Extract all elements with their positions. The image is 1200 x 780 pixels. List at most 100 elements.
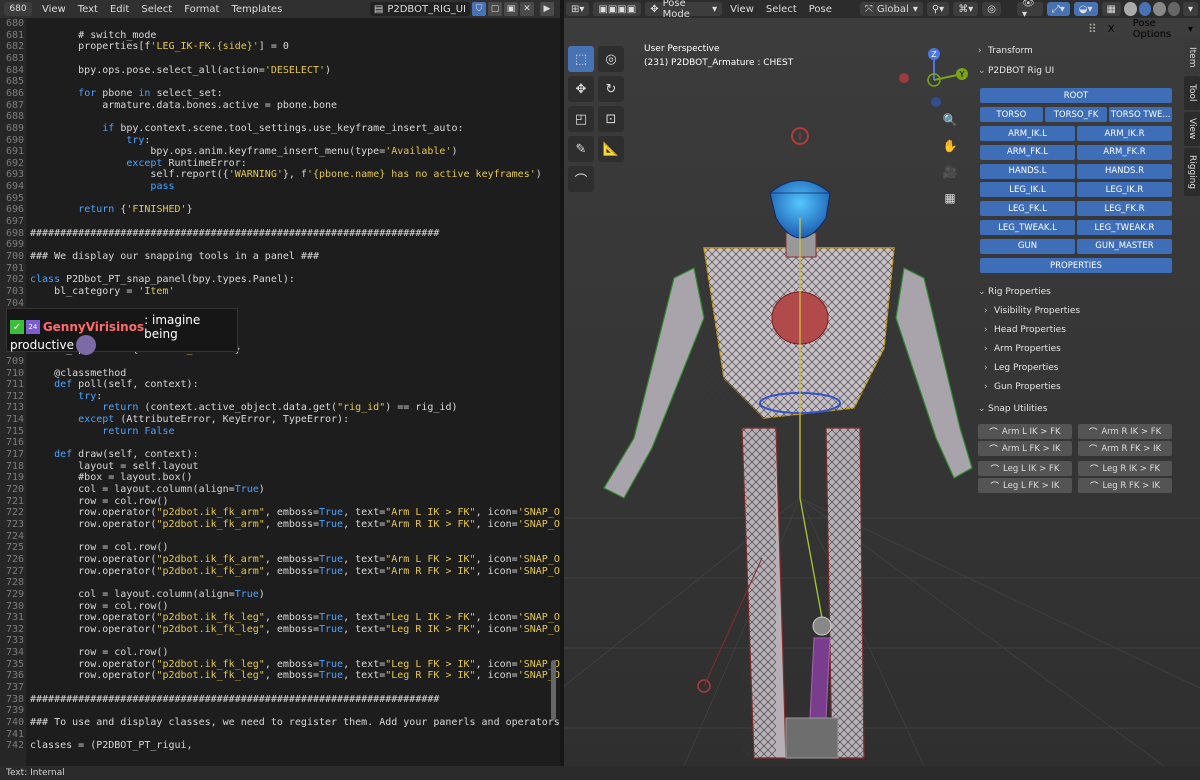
wireframe-shading-icon[interactable] — [1124, 2, 1137, 16]
xray-toggle-icon[interactable]: ▦ — [1101, 2, 1121, 16]
menu-select[interactable]: Select — [135, 4, 178, 15]
menu-edit[interactable]: Edit — [104, 4, 135, 15]
line-text: row.operator("p2dbot.ik_fk_leg", emboss=… — [30, 612, 560, 624]
new-text-icon[interactable]: ▢ — [488, 2, 502, 16]
unlink-text-icon[interactable]: ✕ — [520, 2, 534, 16]
tab-tool[interactable]: Tool — [1184, 76, 1200, 110]
rig-bone-button[interactable]: ARM_IK.R — [1077, 126, 1172, 141]
rig-bone-button[interactable]: GUN — [980, 238, 1075, 254]
rig-bone-button[interactable]: LEG_IK.L — [980, 182, 1075, 198]
menu-select[interactable]: Select — [760, 4, 803, 15]
solid-shading-icon[interactable] — [1138, 2, 1151, 16]
line-number: 729 — [5, 588, 24, 600]
annotate-tool-icon[interactable]: ✎ — [568, 136, 594, 162]
snap-button[interactable]: ⌒ Arm L FK > IK — [978, 441, 1072, 456]
rig-bone-button[interactable]: LEG_IK.R — [1077, 182, 1172, 198]
rig-bone-button[interactable]: ARM_IK.L — [980, 126, 1075, 141]
root-button[interactable]: ROOT — [980, 88, 1172, 103]
select-mode-buttons[interactable]: ▣▣▣▣ — [593, 2, 642, 16]
rig-bone-button[interactable]: HANDS.L — [980, 163, 1075, 179]
snap-button[interactable]: ⌒ Arm L IK > FK — [978, 424, 1072, 439]
tab-item[interactable]: Item — [1184, 40, 1200, 74]
rig-subpanel-header[interactable]: › Head Properties — [974, 320, 1182, 339]
cursor-tool-icon[interactable]: ◎ — [598, 46, 624, 72]
material-shading-icon[interactable] — [1153, 2, 1166, 16]
rig-bone-button[interactable]: LEG_FK.L — [980, 201, 1075, 217]
editor-type-button[interactable]: 680 — [4, 2, 32, 16]
overlay-toggle-icon[interactable]: ◒▾ — [1073, 2, 1098, 16]
proportional-edit-icon[interactable]: ◎ — [982, 2, 1001, 16]
tab-view[interactable]: View — [1184, 112, 1200, 146]
menu-view[interactable]: View — [724, 4, 760, 15]
rotate-tool-icon[interactable]: ↻ — [598, 76, 624, 102]
code-area[interactable]: 680 681 # switch_mode 682 properties[f'LEG… — [0, 18, 560, 766]
snap-button[interactable]: ⌒ Leg L IK > FK — [978, 461, 1072, 476]
scrollbar[interactable] — [551, 660, 556, 720]
x-axis-icon[interactable] — [899, 73, 909, 83]
rendered-shading-icon[interactable] — [1167, 2, 1180, 16]
menu-text[interactable]: Text — [72, 4, 104, 15]
open-text-icon[interactable]: ▣ — [504, 2, 518, 16]
rig-bone-button[interactable]: HANDS.R — [1077, 163, 1172, 179]
navigation-gizmo[interactable]: Z Y — [894, 44, 974, 114]
rig-subpanel-header[interactable]: › Arm Properties — [974, 339, 1182, 358]
gizmo-toggle-icon[interactable]: ⤢▾ — [1046, 2, 1070, 16]
3d-viewport[interactable]: ⊞▾ ▣▣▣▣ ✥ Pose Mode ▾ View Select Pose ⤧… — [564, 0, 1200, 766]
negative-z-axis-icon[interactable] — [931, 97, 941, 107]
rig-bone-button[interactable]: LEG_TWEAK.L — [980, 220, 1075, 235]
snap-button[interactable]: ⌒ Arm R FK > IK — [1078, 441, 1172, 456]
pan-hand-icon[interactable]: ✋ — [940, 136, 960, 156]
transform-orientation-dropdown[interactable]: ⤧ Global ▾ — [859, 2, 923, 16]
close-icon[interactable]: X — [1102, 22, 1120, 36]
rig-subpanel-header[interactable]: › Visibility Properties — [974, 301, 1182, 320]
torso-button-0[interactable]: TORSO — [980, 107, 1043, 122]
transform-tool-icon[interactable]: ⊡ — [598, 106, 624, 132]
pose-tool-icon[interactable]: ⌒ — [568, 166, 594, 192]
scale-tool-icon[interactable]: ◰ — [568, 106, 594, 132]
line-number: 724 — [5, 530, 24, 542]
snap-button[interactable]: ⌒ Leg R IK > FK — [1078, 461, 1172, 476]
menu-templates[interactable]: Templates — [225, 4, 288, 15]
rig-subpanel-header[interactable]: › Gun Properties — [974, 377, 1182, 396]
menu-view[interactable]: View — [36, 4, 72, 15]
pivot-icon[interactable]: ⚲▾ — [926, 2, 950, 16]
menu-pose[interactable]: Pose — [803, 4, 838, 15]
shading-options-icon[interactable]: ▾ — [1183, 2, 1199, 16]
rig-bone-button[interactable]: ARM_FK.R — [1077, 144, 1172, 160]
measure-tool-icon[interactable]: 📐 — [598, 136, 624, 162]
line-number: 720 — [5, 484, 24, 495]
camera-icon[interactable]: 🎥 — [940, 162, 960, 182]
properties-button[interactable]: PROPERTIES — [980, 258, 1172, 273]
select-box-tool-icon[interactable]: ⬚ — [568, 46, 594, 72]
snap-utilities-header[interactable]: ⌄ Snap Utilities — [978, 400, 1047, 418]
editor-type-button[interactable]: ⊞▾ — [566, 2, 590, 16]
torso-button-1[interactable]: TORSO_FK — [1044, 107, 1108, 122]
tab-rigging[interactable]: Rigging — [1184, 148, 1200, 196]
snap-button[interactable]: ⌒ Leg R FK > IK — [1078, 478, 1172, 493]
snap-icon[interactable]: ⌘▾ — [953, 2, 979, 16]
visibility-icon[interactable]: 👁▾ — [1016, 0, 1043, 20]
text-datablock-selector[interactable]: ▤ P2DBOT_RIG_UI — [369, 2, 470, 16]
torso-button-2[interactable]: TORSO TWE... — [1109, 107, 1172, 122]
zoom-icon[interactable]: 🔍 — [940, 110, 960, 130]
rig-bone-button[interactable]: ARM_FK.L — [980, 144, 1075, 160]
mode-dropdown[interactable]: ✥ Pose Mode ▾ — [645, 0, 723, 20]
move-tool-icon[interactable]: ✥ — [568, 76, 594, 102]
line-number: 716 — [5, 437, 24, 449]
run-script-icon[interactable]: ▶ — [540, 2, 554, 16]
snap-button[interactable]: ⌒ Arm R IK > FK — [1078, 424, 1172, 439]
rig-bone-button[interactable]: LEG_TWEAK.R — [1077, 220, 1172, 235]
rig-properties-header[interactable]: ⌄ Rig Properties — [978, 283, 1051, 301]
transform-panel-header[interactable]: › Transform — [978, 42, 1033, 60]
rig-bone-button[interactable]: GUN_MASTER — [1077, 238, 1172, 254]
rig-ui-panel-header[interactable]: ⌄ P2DBOT Rig UI — [978, 62, 1054, 80]
snap-button[interactable]: ⌒ Leg L FK > IK — [978, 478, 1072, 493]
line-text: return False — [102, 425, 175, 437]
rig-bone-button[interactable]: LEG_FK.R — [1077, 201, 1172, 217]
menu-format[interactable]: Format — [178, 4, 225, 15]
ortho-grid-icon[interactable]: ▦ — [940, 188, 960, 208]
rig-subpanel-header[interactable]: › Leg Properties — [974, 358, 1182, 377]
line-number: 682 — [5, 41, 24, 53]
fake-user-shield-icon[interactable]: ⛉ — [472, 2, 486, 16]
pose-options-dropdown[interactable]: Pose Options ▾ — [1127, 18, 1198, 40]
